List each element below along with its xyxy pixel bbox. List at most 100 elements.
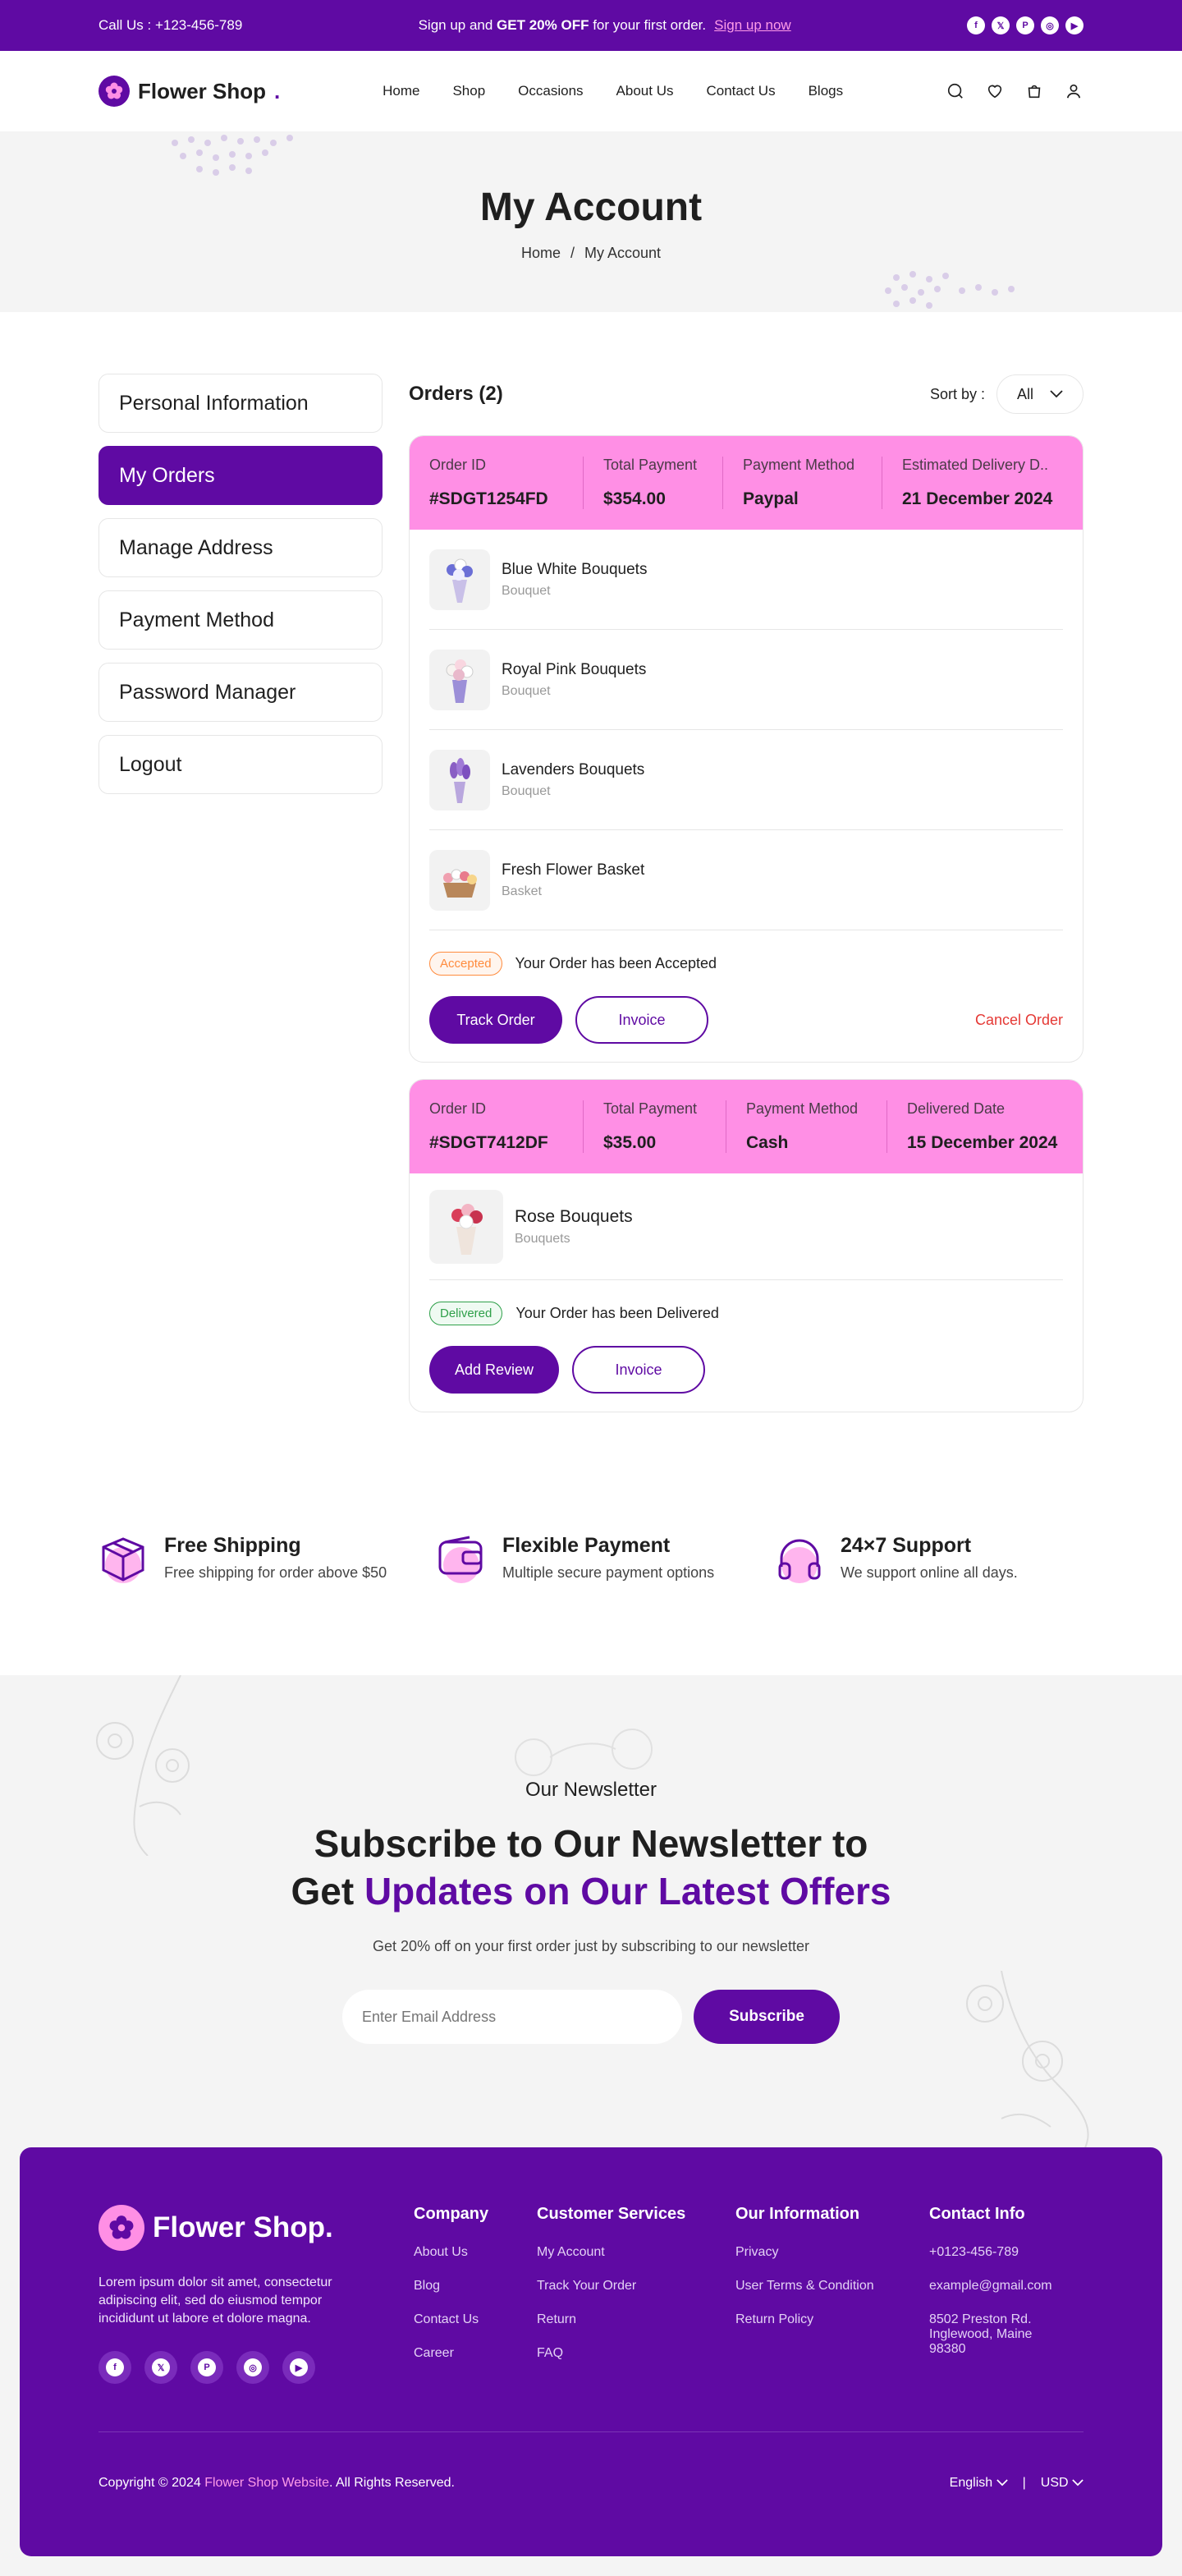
sidebar-item-payment-method[interactable]: Payment Method bbox=[98, 590, 383, 650]
facebook-icon[interactable]: f bbox=[98, 2351, 131, 2384]
nav-occasions[interactable]: Occasions bbox=[518, 83, 583, 99]
footer-address: 8502 Preston Rd. Inglewood, Maine 98380 bbox=[929, 2312, 1033, 2356]
sidebar-item-password-manager[interactable]: Password Manager bbox=[98, 663, 383, 722]
footer-col-our-information: Our Information Privacy User Terms & Con… bbox=[735, 2205, 929, 2384]
footer-link[interactable]: FAQ bbox=[537, 2346, 735, 2361]
sort-label: Sort by : bbox=[929, 385, 985, 402]
subscribe-button[interactable]: Subscribe bbox=[694, 1990, 840, 2044]
instagram-icon[interactable]: ◎ bbox=[1041, 16, 1059, 34]
flower-logo-icon bbox=[98, 76, 130, 107]
sidebar-item-personal-information[interactable]: Personal Information bbox=[98, 374, 383, 433]
order-item[interactable]: Blue White Bouquets Bouquet bbox=[429, 530, 1063, 630]
order-item[interactable]: Royal Pink Bouquets Bouquet bbox=[429, 630, 1063, 730]
footer-link[interactable]: Return bbox=[537, 2312, 735, 2327]
nav-about-us[interactable]: About Us bbox=[616, 83, 674, 99]
payment-method-col: Payment Method Paypal bbox=[743, 457, 882, 509]
footer-about: Lorem ipsum dolor sit amet, consectetur … bbox=[98, 2275, 332, 2326]
cart-icon[interactable] bbox=[1024, 81, 1044, 101]
signup-link[interactable]: Sign up now bbox=[714, 17, 791, 33]
nav-contact-us[interactable]: Contact Us bbox=[706, 83, 775, 99]
orders-header: Orders (2) Sort by : All bbox=[409, 374, 1084, 415]
breadcrumb: Home / My Account bbox=[520, 245, 662, 261]
email-input[interactable] bbox=[342, 1990, 682, 2044]
track-order-button[interactable]: Track Order bbox=[429, 996, 562, 1044]
footer-link[interactable]: My Account bbox=[537, 2245, 735, 2260]
add-review-button[interactable]: Add Review bbox=[429, 1346, 559, 1394]
search-icon[interactable] bbox=[946, 81, 965, 101]
user-icon[interactable] bbox=[1064, 81, 1084, 101]
item-name: Fresh Flower Basket bbox=[502, 861, 645, 879]
invoice-button[interactable]: Invoice bbox=[575, 996, 708, 1044]
sidebar-item-my-orders[interactable]: My Orders bbox=[98, 446, 383, 505]
footer-link[interactable]: Track Your Order bbox=[537, 2279, 735, 2294]
footer-link[interactable]: Contact Us bbox=[414, 2312, 537, 2327]
footer-link[interactable]: Career bbox=[414, 2346, 537, 2361]
headset-icon bbox=[775, 1534, 824, 1583]
item-name: Blue White Bouquets bbox=[502, 560, 648, 578]
currency-select[interactable]: USD bbox=[1041, 2476, 1084, 2491]
footer-link[interactable]: About Us bbox=[414, 2245, 537, 2260]
order-status: Accepted Your Order has been Accepted bbox=[429, 930, 1063, 996]
footer-link[interactable]: Privacy bbox=[735, 2245, 929, 2260]
cancel-order-button[interactable]: Cancel Order bbox=[975, 996, 1063, 1044]
sidebar-item-logout[interactable]: Logout bbox=[98, 735, 383, 794]
footer-link[interactable]: Return Policy bbox=[735, 2312, 929, 2327]
nav-shop[interactable]: Shop bbox=[452, 83, 485, 99]
order-item[interactable]: Fresh Flower Basket Basket bbox=[429, 830, 1063, 930]
x-icon[interactable]: 𝕏 bbox=[992, 16, 1010, 34]
order-item[interactable]: Rose Bouquets Bouquets bbox=[429, 1173, 1063, 1280]
footer-socials: f 𝕏 P ◎ ▶ bbox=[98, 2351, 414, 2384]
youtube-icon[interactable]: ▶ bbox=[282, 2351, 315, 2384]
decorative-dots-right bbox=[885, 271, 1024, 312]
youtube-icon[interactable]: ▶ bbox=[1065, 16, 1084, 34]
order-card: Order ID #SDGT7412DF Total Payment $35.0… bbox=[409, 1079, 1084, 1412]
footer-phone[interactable]: +0123-456-789 bbox=[929, 2245, 1042, 2260]
heart-icon[interactable] bbox=[985, 81, 1005, 101]
delivery-date-col: Estimated Delivery D.. 21 December 2024 bbox=[902, 457, 1058, 509]
orders-title: Orders (2) bbox=[409, 383, 503, 405]
invoice-button[interactable]: Invoice bbox=[572, 1346, 705, 1394]
order-item[interactable]: Lavenders Bouquets Bouquet bbox=[429, 730, 1063, 830]
footer-logo[interactable]: Flower Shop. bbox=[98, 2205, 414, 2251]
footer-link[interactable]: Blog bbox=[414, 2279, 537, 2294]
breadcrumb-home[interactable]: Home bbox=[521, 245, 561, 261]
item-type: Bouquet bbox=[502, 783, 551, 798]
nav-blogs[interactable]: Blogs bbox=[809, 83, 844, 99]
order-meta: Order ID #SDGT7412DF Total Payment $35.0… bbox=[410, 1080, 1083, 1173]
floral-decoration-icon bbox=[96, 1675, 190, 1856]
orders-panel: Orders (2) Sort by : All Order ID #SDGT1… bbox=[409, 374, 1084, 1429]
copyright-link[interactable]: Flower Shop Website bbox=[204, 2476, 329, 2490]
order-card: Order ID #SDGT1254FD Total Payment $354.… bbox=[409, 435, 1084, 1063]
main-header: Flower Shop. Home Shop Occasions About U… bbox=[0, 51, 1182, 131]
pinterest-icon[interactable]: P bbox=[1016, 16, 1034, 34]
newsletter-desc: Get 20% off on your first order just by … bbox=[373, 1938, 809, 1954]
order-actions: Add Review Invoice bbox=[429, 1346, 1063, 1394]
feature-title: Flexible Payment bbox=[502, 1534, 671, 1557]
chevron-down-icon bbox=[1072, 2479, 1084, 2486]
pinterest-icon[interactable]: P bbox=[190, 2351, 223, 2384]
footer-link[interactable]: User Terms & Condition bbox=[735, 2279, 929, 2294]
sort-control: Sort by : All bbox=[930, 374, 1084, 414]
facebook-icon[interactable]: f bbox=[967, 16, 985, 34]
promo-text: Sign up and GET 20% OFF for your first o… bbox=[418, 17, 791, 33]
sidebar-item-manage-address[interactable]: Manage Address bbox=[98, 518, 383, 577]
box-icon bbox=[98, 1534, 148, 1583]
feature-title: Free Shipping bbox=[164, 1534, 301, 1557]
feature-desc: We support online all days. bbox=[841, 1564, 1018, 1581]
item-type: Bouquets bbox=[515, 1231, 570, 1246]
x-icon[interactable]: 𝕏 bbox=[144, 2351, 177, 2384]
item-name: Royal Pink Bouquets bbox=[502, 660, 647, 678]
logo[interactable]: Flower Shop. bbox=[98, 76, 280, 107]
features-section: Free Shipping Free shipping for order ab… bbox=[0, 1511, 1182, 1675]
item-type: Basket bbox=[502, 884, 542, 898]
basket-thumbnail bbox=[429, 849, 490, 911]
nav-home[interactable]: Home bbox=[383, 83, 419, 99]
footer-email[interactable]: example@gmail.com bbox=[929, 2279, 1052, 2294]
footer-col-customer-services: Customer Services My Account Track Your … bbox=[537, 2205, 735, 2384]
order-body: Blue White Bouquets Bouquet Royal Pink B… bbox=[410, 530, 1083, 1062]
sort-select[interactable]: All bbox=[996, 374, 1084, 414]
language-select[interactable]: English bbox=[950, 2476, 1008, 2491]
feature-flexible-payment: Flexible Payment Multiple secure payment… bbox=[437, 1534, 745, 1583]
instagram-icon[interactable]: ◎ bbox=[236, 2351, 269, 2384]
payment-method: Cash bbox=[746, 1133, 789, 1152]
